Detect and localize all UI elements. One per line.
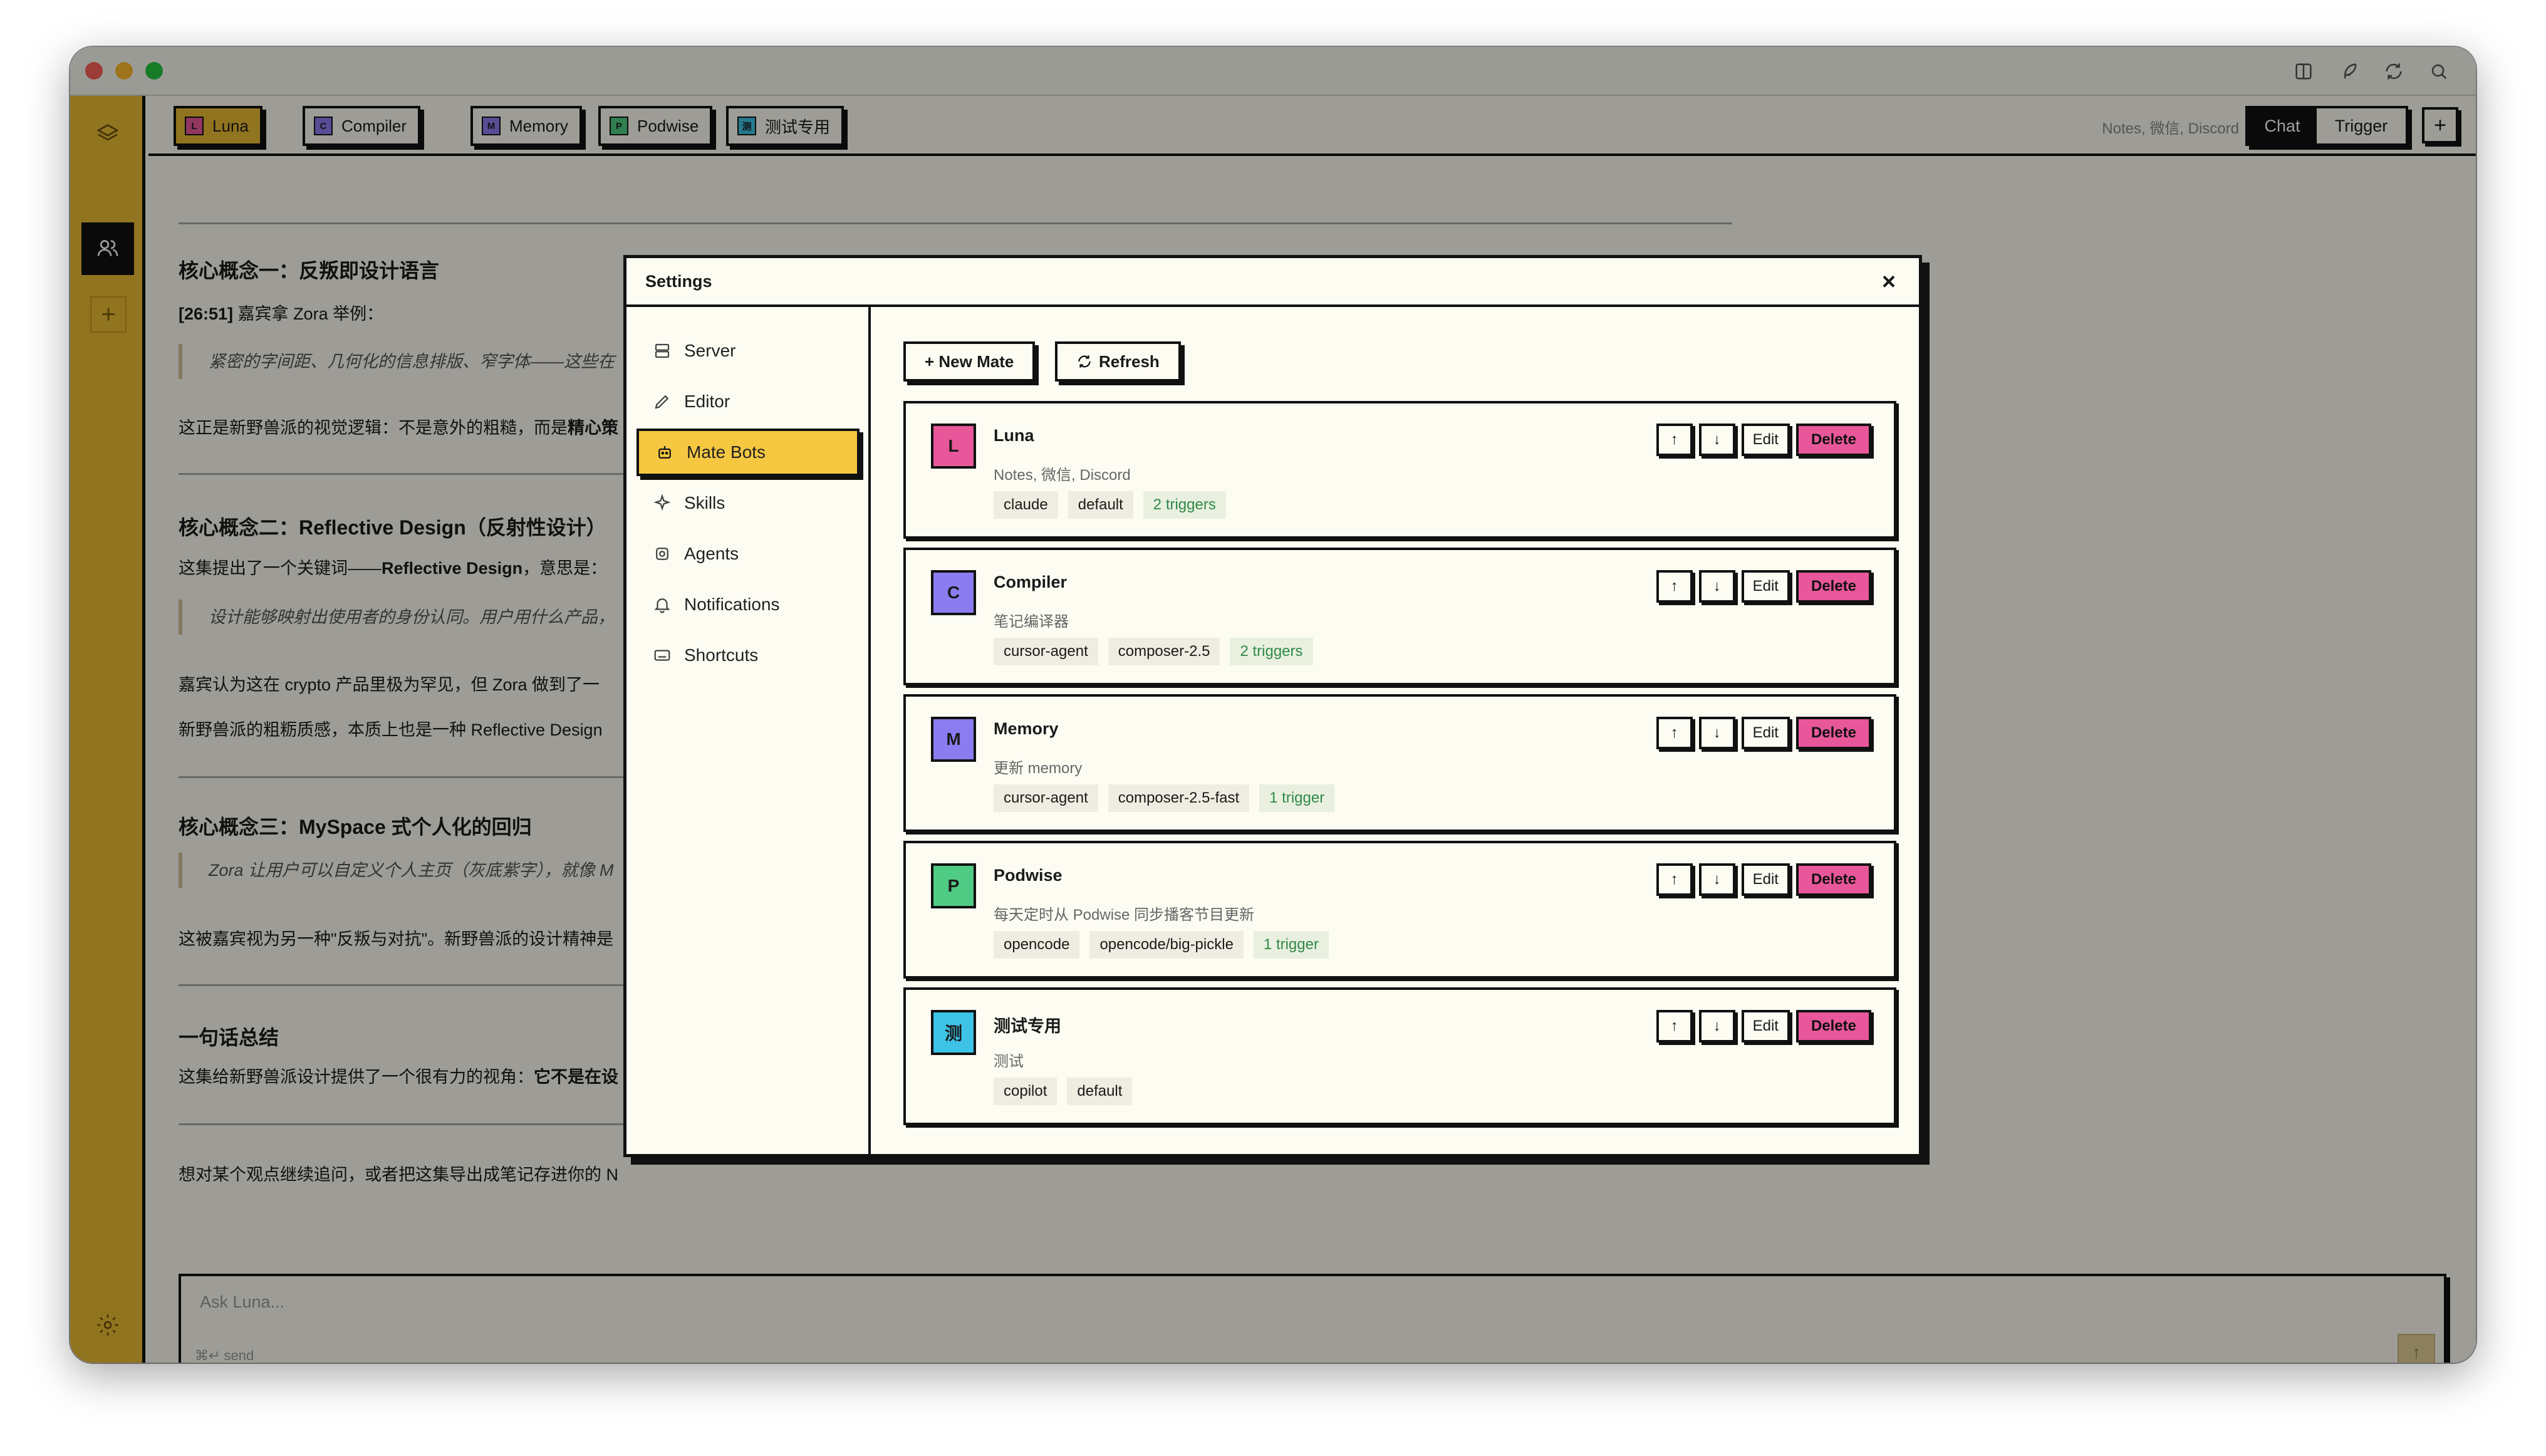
model-chip: composer-2.5-fast <box>1108 784 1250 812</box>
nav-server[interactable]: Server <box>636 327 860 375</box>
settings-dialog: Settings × Server Editor Mate Bots Skill… <box>623 255 1922 1157</box>
settings-header: Settings × <box>626 258 1919 307</box>
mate-card: P Podwise 每天定时从 Podwise 同步播客节目更新 opencod… <box>903 841 1896 979</box>
nav-label: Notifications <box>684 595 780 614</box>
mate-tags: opencode opencode/big-pickle 1 trigger <box>994 931 1339 959</box>
model-chip: default <box>1067 1078 1133 1105</box>
settings-title: Settings <box>645 271 712 291</box>
mate-actions: ↑ ↓ Edit Delete <box>1650 863 1871 896</box>
mate-tags: cursor-agent composer-2.5 2 triggers <box>994 638 1323 665</box>
trigger-chip[interactable]: 2 triggers <box>1143 491 1226 519</box>
settings-nav: Server Editor Mate Bots Skills Agents No… <box>626 307 871 1154</box>
nav-notifications[interactable]: Notifications <box>636 581 860 628</box>
close-icon[interactable]: × <box>1876 270 1901 296</box>
runtime-chip: opencode <box>994 931 1080 959</box>
pencil-icon <box>655 395 669 409</box>
move-up-button[interactable]: ↑ <box>1656 1010 1693 1043</box>
move-up-button[interactable]: ↑ <box>1656 570 1693 603</box>
nav-skills[interactable]: Skills <box>636 479 860 527</box>
delete-button[interactable]: Delete <box>1795 717 1871 749</box>
mate-name: Podwise <box>994 866 1063 885</box>
mate-bots-panel: + New Mate Refresh L Luna Notes, 微信, Dis… <box>873 307 1919 1154</box>
nav-label: Agents <box>684 544 739 563</box>
delete-button[interactable]: Delete <box>1795 863 1871 896</box>
mate-card: L Luna Notes, 微信, Discord claude default… <box>903 401 1896 539</box>
edit-button[interactable]: Edit <box>1741 570 1790 603</box>
mate-actions: ↑ ↓ Edit Delete <box>1650 1010 1871 1043</box>
mate-description: 测试 <box>994 1053 1024 1070</box>
mate-name: Memory <box>994 719 1059 738</box>
move-up-button[interactable]: ↑ <box>1656 863 1693 896</box>
runtime-chip: cursor-agent <box>994 784 1098 812</box>
move-down-button[interactable]: ↓ <box>1698 863 1735 896</box>
delete-button[interactable]: Delete <box>1795 1010 1871 1043</box>
nav-shortcuts[interactable]: Shortcuts <box>636 632 860 679</box>
runtime-chip: claude <box>994 491 1058 519</box>
refresh-label: Refresh <box>1099 351 1160 371</box>
mate-tags: cursor-agent composer-2.5-fast 1 trigger <box>994 784 1344 812</box>
edit-button[interactable]: Edit <box>1741 717 1790 749</box>
mate-actions: ↑ ↓ Edit Delete <box>1650 717 1871 749</box>
nav-label: Mate Bots <box>687 442 766 462</box>
move-up-button[interactable]: ↑ <box>1656 717 1693 749</box>
mate-avatar: M <box>931 717 976 762</box>
mate-description: Notes, 微信, Discord <box>994 467 1131 484</box>
nav-label: Skills <box>684 493 725 512</box>
edit-button[interactable]: Edit <box>1741 424 1790 456</box>
mate-card: 测 测试专用 测试 copilot default ↑ ↓ Edit Delet… <box>903 987 1896 1125</box>
mate-description: 每天定时从 Podwise 同步播客节目更新 <box>994 907 1255 923</box>
mate-name: Luna <box>994 426 1034 445</box>
mate-card: M Memory 更新 memory cursor-agent composer… <box>903 694 1896 832</box>
edit-button[interactable]: Edit <box>1741 1010 1790 1043</box>
trigger-chip[interactable]: 2 triggers <box>1230 638 1313 665</box>
agent-icon <box>656 548 668 560</box>
model-chip: default <box>1068 491 1133 519</box>
keyboard-icon <box>654 650 670 661</box>
mate-avatar: 测 <box>931 1010 976 1055</box>
bot-icon <box>658 446 671 459</box>
refresh-icon <box>1078 355 1091 368</box>
nav-label: Shortcuts <box>684 645 759 665</box>
mate-avatar: P <box>931 863 976 908</box>
move-down-button[interactable]: ↓ <box>1698 570 1735 603</box>
trigger-chip[interactable]: 1 trigger <box>1259 784 1335 812</box>
mate-tags: copilot default <box>994 1078 1142 1105</box>
mate-name: Compiler <box>994 573 1068 591</box>
nav-label: Editor <box>684 392 730 411</box>
sparkle-icon <box>653 494 671 511</box>
mate-avatar: L <box>931 424 976 469</box>
mate-card: C Compiler 笔记编译器 cursor-agent composer-2… <box>903 548 1896 685</box>
move-down-button[interactable]: ↓ <box>1698 1010 1735 1043</box>
nav-agents[interactable]: Agents <box>636 530 860 578</box>
mate-avatar: C <box>931 570 976 615</box>
mate-description: 笔记编译器 <box>994 613 1069 630</box>
edit-button[interactable]: Edit <box>1741 863 1790 896</box>
move-down-button[interactable]: ↓ <box>1698 424 1735 456</box>
runtime-chip: copilot <box>994 1078 1057 1105</box>
mate-actions: ↑ ↓ Edit Delete <box>1650 570 1871 603</box>
refresh-button[interactable]: Refresh <box>1055 341 1181 382</box>
move-down-button[interactable]: ↓ <box>1698 717 1735 749</box>
nav-mate-bots[interactable]: Mate Bots <box>636 429 860 476</box>
new-mate-button[interactable]: + New Mate <box>903 341 1036 382</box>
delete-button[interactable]: Delete <box>1795 570 1871 603</box>
runtime-chip: cursor-agent <box>994 638 1098 665</box>
mate-actions: ↑ ↓ Edit Delete <box>1650 424 1871 456</box>
move-up-button[interactable]: ↑ <box>1656 424 1693 456</box>
model-chip: opencode/big-pickle <box>1089 931 1244 959</box>
model-chip: composer-2.5 <box>1108 638 1220 665</box>
server-icon <box>655 343 670 358</box>
trigger-chip[interactable]: 1 trigger <box>1253 931 1329 959</box>
mate-name: 测试专用 <box>994 1017 1061 1036</box>
app-window: + L Luna C Compiler M Memory P Podwise 测… <box>70 47 2476 1363</box>
nav-editor[interactable]: Editor <box>636 378 860 425</box>
bell-icon <box>654 598 670 613</box>
nav-label: Server <box>684 341 736 360</box>
mate-tags: claude default 2 triggers <box>994 491 1236 519</box>
mate-description: 更新 memory <box>994 760 1083 777</box>
delete-button[interactable]: Delete <box>1795 424 1871 456</box>
